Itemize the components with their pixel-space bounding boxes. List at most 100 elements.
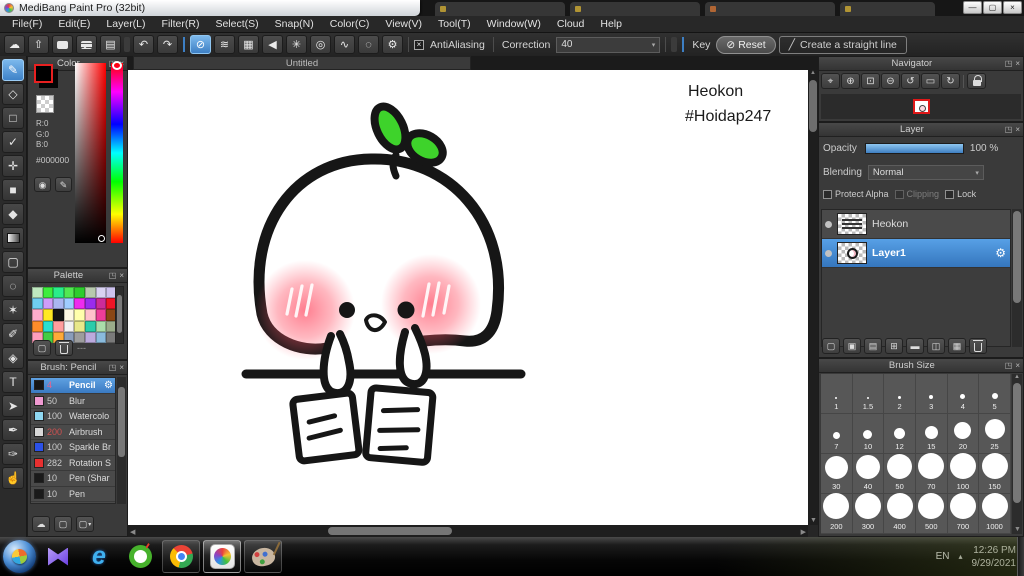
maximize-button[interactable]: ▢ <box>983 1 1002 14</box>
taskbar-coccoc[interactable] <box>121 540 159 573</box>
layer-scrollbar[interactable] <box>1012 209 1022 347</box>
brush-list-item[interactable]: 100 Watercolo <box>31 409 115 425</box>
antialiasing-checkbox[interactable]: × <box>414 39 424 50</box>
menu-item[interactable]: File(F) <box>4 16 50 32</box>
palette-swatch[interactable] <box>63 309 75 321</box>
snap-concentric-button[interactable]: ◎ <box>310 35 331 54</box>
brush-list-item[interactable] <box>31 502 115 503</box>
brush-size-scrollbar[interactable]: ▲ ▼ <box>1012 374 1022 534</box>
brush-list-item[interactable]: 10 Pen <box>31 486 115 502</box>
palette-swatch[interactable] <box>74 298 85 310</box>
add-folder-button[interactable]: ▬ <box>906 338 924 354</box>
tool-brush[interactable]: ✎ <box>2 59 24 81</box>
delete-layer-button[interactable] <box>969 338 987 354</box>
brush-scrollbar[interactable] <box>117 377 126 504</box>
fit-screen-button[interactable]: ⊡ <box>861 73 880 89</box>
taskbar-chrome[interactable] <box>162 540 200 573</box>
menu-item[interactable]: Select(S) <box>207 16 266 32</box>
tool-pen[interactable]: ✒ <box>2 419 24 441</box>
palette-swatch[interactable] <box>53 320 64 332</box>
menu-item[interactable]: Cloud <box>549 16 592 32</box>
correction-dropdown[interactable]: 40 ▾ <box>556 36 661 53</box>
protect-alpha-checkbox[interactable] <box>823 189 832 199</box>
brush-size-option[interactable]: 200 <box>821 493 853 534</box>
brush-size-option[interactable]: 3 <box>915 374 948 414</box>
tool-operation[interactable]: ➤ <box>2 395 24 417</box>
brush-size-option[interactable]: 10 <box>852 414 885 454</box>
taskbar-kmplayer[interactable] <box>39 540 77 573</box>
upload-brush-button[interactable]: ☁ <box>32 516 50 532</box>
comment-button[interactable] <box>52 35 73 54</box>
brush-size-option[interactable]: 50 <box>884 454 916 494</box>
document-tab[interactable]: Untitled <box>133 56 471 70</box>
brush-size-option[interactable]: 1.5 <box>852 374 885 414</box>
palette-swatch[interactable] <box>32 287 43 299</box>
reset-button[interactable]: ⊘ Reset <box>716 35 776 54</box>
publish-button[interactable]: ⇧ <box>28 35 49 54</box>
snap-settings-button[interactable]: ⚙ <box>382 35 403 54</box>
palette-swatch[interactable] <box>42 309 54 321</box>
palette-swatch[interactable] <box>42 320 54 332</box>
canvas-viewport[interactable]: Heokon #Hoidap247 <box>128 70 808 525</box>
document-button[interactable]: ▤ <box>100 35 121 54</box>
zoom-actual-button[interactable]: ⌖ <box>821 73 840 89</box>
menu-item[interactable]: Filter(R) <box>154 16 208 32</box>
menu-item[interactable]: Snap(N) <box>267 16 322 32</box>
brush-list-item[interactable]: 10 Pen (Shar <box>31 471 115 487</box>
add-brush-button[interactable]: ▢ <box>54 516 72 532</box>
palette-swatch[interactable] <box>74 320 85 332</box>
brush-size-option[interactable]: 2 <box>884 374 916 414</box>
tool-control-point[interactable]: ✓ <box>2 131 24 153</box>
palette-swatch[interactable] <box>84 320 96 332</box>
transparent-color-swatch[interactable] <box>36 95 54 113</box>
cloud-sync-button[interactable]: ☁ <box>4 35 25 54</box>
add-layer-button[interactable]: ▢ <box>822 338 840 354</box>
tool-text[interactable]: T <box>2 371 24 393</box>
menu-item[interactable]: Color(C) <box>322 16 378 32</box>
taskbar-medibang[interactable] <box>203 540 241 573</box>
palette-swatch[interactable] <box>95 320 107 332</box>
close-icon[interactable]: × <box>1015 361 1020 370</box>
palette-swatch[interactable] <box>42 298 54 310</box>
canvas-horizontal-scrollbar[interactable]: ◀ ▶ <box>128 525 808 537</box>
saturation-value-picker[interactable] <box>75 63 106 243</box>
close-icon[interactable]: × <box>1015 59 1020 68</box>
brush-list-item[interactable]: 200 Airbrush <box>31 424 115 440</box>
menu-item[interactable]: Edit(E) <box>50 16 98 32</box>
popout-icon[interactable]: ◳ <box>109 363 117 372</box>
close-button[interactable]: × <box>1003 1 1022 14</box>
brush-list-item[interactable]: 282 Rotation S <box>31 455 115 471</box>
brush-size-option[interactable]: 400 <box>884 493 916 534</box>
brush-size-option[interactable]: 30 <box>821 454 853 494</box>
add-1bit-layer-button[interactable]: ▤ <box>864 338 882 354</box>
delete-palette-color-button[interactable] <box>55 340 73 356</box>
tool-gradient[interactable] <box>2 227 24 249</box>
brush-size-option[interactable]: 100 <box>947 453 980 494</box>
toolbar-grip[interactable] <box>671 37 678 52</box>
foreground-color-swatch[interactable] <box>34 64 53 83</box>
popout-icon[interactable]: ◳ <box>1005 125 1013 134</box>
brush-size-option[interactable]: 300 <box>852 493 885 534</box>
popout-icon[interactable]: ◳ <box>1005 361 1013 370</box>
navigator-view-rect[interactable] <box>912 99 930 114</box>
palette-scrollbar[interactable] <box>115 286 124 344</box>
brush-list-item[interactable]: 100 Sparkle Br <box>31 440 115 456</box>
palette-swatch[interactable] <box>63 287 75 299</box>
zoom-in-button[interactable]: ⊕ <box>841 73 860 89</box>
tool-eraser[interactable]: ◇ <box>2 83 24 105</box>
palette-swatch[interactable] <box>84 287 96 299</box>
brush-size-option[interactable]: 7 <box>821 414 853 454</box>
tool-bucket[interactable]: ◆ <box>2 203 24 225</box>
palette-swatch[interactable] <box>95 331 107 343</box>
gear-icon[interactable]: ⚙ <box>995 246 1006 260</box>
palette-swatch[interactable] <box>74 287 85 299</box>
snap-ellipse-button[interactable]: ◌ <box>358 35 379 54</box>
add-palette-color-button[interactable]: ▢ <box>33 340 51 356</box>
brush-size-option[interactable]: 4 <box>947 374 980 414</box>
palette-swatch[interactable] <box>95 287 107 299</box>
brush-size-option[interactable]: 1000 <box>979 493 1011 534</box>
hidden-icons-arrow[interactable]: ▴ <box>958 552 962 561</box>
layer-row[interactable]: Heokon <box>822 210 1010 239</box>
brush-size-option[interactable]: 70 <box>915 453 948 494</box>
layer-row[interactable]: Layer1 ⚙ <box>822 239 1010 268</box>
